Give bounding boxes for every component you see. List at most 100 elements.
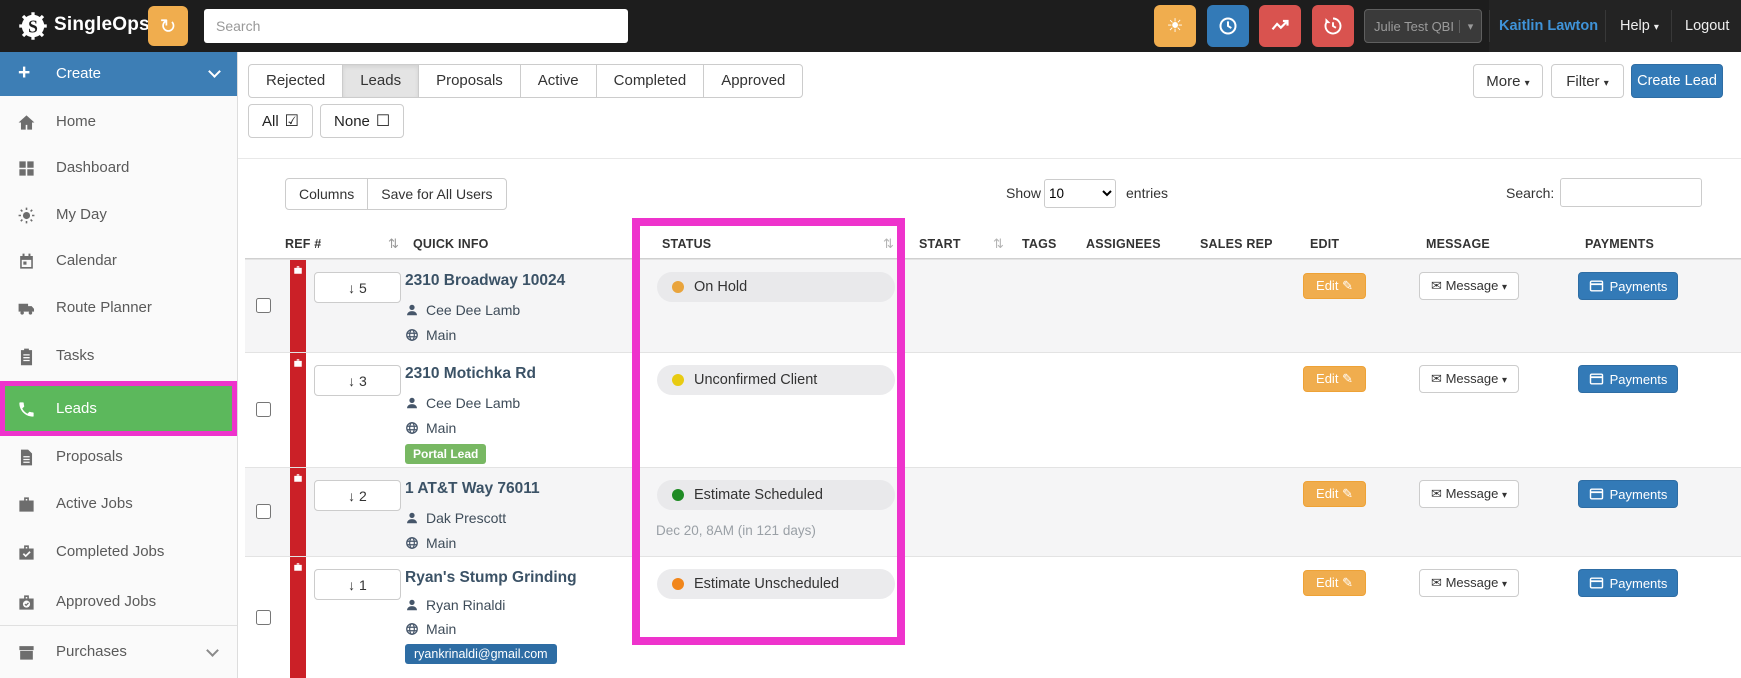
lead-title-link[interactable]: 2310 Broadway 10024 xyxy=(405,272,565,290)
table-row: ↓ 2 1 AT&T Way 76011 Dak Prescott Main E… xyxy=(245,467,1741,556)
payments-button[interactable]: Payments xyxy=(1578,480,1678,508)
tab-completed[interactable]: Completed xyxy=(595,64,705,98)
sidebar-item-approved-jobs[interactable]: Approved Jobs xyxy=(0,579,237,625)
ref-number-button[interactable]: ↓ 2 xyxy=(314,480,401,511)
select-none-button[interactable]: None ☐ xyxy=(320,104,405,138)
sidebar-item-my-day[interactable]: My Day xyxy=(0,192,237,238)
sort-icon[interactable]: ⇅ xyxy=(388,236,399,252)
account-selector[interactable]: Julie Test QBI ▾ xyxy=(1364,9,1482,43)
ref-number-button[interactable]: ↓ 5 xyxy=(314,272,401,303)
globe-icon xyxy=(406,537,418,549)
pencil-icon: ✎ xyxy=(1342,371,1353,386)
ref-number-button[interactable]: ↓ 3 xyxy=(314,365,401,396)
status-pill[interactable]: On Hold xyxy=(657,272,895,302)
check-square-icon: ☑ xyxy=(284,113,300,130)
status-dot xyxy=(672,374,684,386)
columns-button[interactable]: Columns xyxy=(285,178,369,210)
status-pill[interactable]: Estimate Unscheduled xyxy=(657,569,895,599)
row-checkbox[interactable] xyxy=(256,504,271,519)
sidebar-item-leads[interactable]: Leads xyxy=(0,386,232,431)
briefcase-check-icon xyxy=(19,545,34,560)
select-all-button[interactable]: All ☑ xyxy=(248,104,314,138)
header-start[interactable]: START xyxy=(919,237,961,251)
create-menu[interactable]: + Create xyxy=(0,52,237,96)
chevron-down-icon xyxy=(206,644,219,657)
header-status[interactable]: STATUS xyxy=(662,237,711,251)
header-ref[interactable]: REF # xyxy=(285,237,321,251)
page-size-select[interactable]: 10 xyxy=(1044,179,1116,208)
location-line: Main xyxy=(405,420,456,436)
header-edit: EDIT xyxy=(1310,237,1340,251)
message-button[interactable]: ✉ Message ▾ xyxy=(1419,272,1519,300)
logout-link[interactable]: Logout xyxy=(1685,0,1729,52)
pencil-icon: ✎ xyxy=(1342,278,1353,293)
briefcase-icon xyxy=(294,359,302,367)
global-search-input[interactable] xyxy=(204,9,628,43)
sidebar-item-completed-jobs[interactable]: Completed Jobs xyxy=(0,529,237,575)
lead-title-link[interactable]: Ryan's Stump Grinding xyxy=(405,569,577,587)
save-for-all-users-button[interactable]: Save for All Users xyxy=(367,178,507,210)
message-button[interactable]: ✉ Message ▾ xyxy=(1419,365,1519,393)
sun-icon xyxy=(18,207,35,224)
tab-active[interactable]: Active xyxy=(519,64,597,98)
more-menu-button[interactable]: More ▾ xyxy=(1473,64,1543,98)
sidebar-item-calendar[interactable]: Calendar xyxy=(0,238,237,284)
globe-icon xyxy=(406,623,418,635)
sidebar-item-route-planner[interactable]: Route Planner xyxy=(0,285,237,331)
sidebar-item-active-jobs[interactable]: Active Jobs xyxy=(0,481,237,527)
create-lead-button[interactable]: Create Lead xyxy=(1631,64,1723,98)
filter-menu-button[interactable]: Filter ▾ xyxy=(1551,64,1624,98)
edit-button[interactable]: Edit ✎ xyxy=(1303,273,1366,299)
status-pill[interactable]: Unconfirmed Client xyxy=(657,365,895,395)
sort-icon[interactable]: ⇅ xyxy=(993,236,1004,252)
payments-button[interactable]: Payments xyxy=(1578,569,1678,597)
contact-line: Dak Prescott xyxy=(405,510,506,526)
history-button[interactable] xyxy=(1312,5,1354,47)
header-quick-info: QUICK INFO xyxy=(413,237,489,251)
message-button[interactable]: ✉ Message ▾ xyxy=(1419,480,1519,508)
sidebar-item-home[interactable]: Home xyxy=(0,99,237,145)
ref-number-button[interactable]: ↓ 1 xyxy=(314,569,401,600)
sidebar-item-tasks[interactable]: Tasks xyxy=(0,333,237,379)
table-row: ↓ 1 Ryan's Stump Grinding Ryan Rinaldi M… xyxy=(245,556,1741,678)
status-pill[interactable]: Estimate Scheduled xyxy=(657,480,895,510)
top-navbar: S SingleOps ↻ ☀ Julie Test QBI ▾ Kaitlin… xyxy=(0,0,1741,52)
payments-button[interactable]: Payments xyxy=(1578,365,1678,393)
briefcase-icon xyxy=(294,474,302,482)
edit-button[interactable]: Edit ✎ xyxy=(1303,366,1366,392)
row-checkbox[interactable] xyxy=(256,298,271,313)
help-menu[interactable]: Help ▾ xyxy=(1620,0,1659,52)
reports-button[interactable] xyxy=(1259,5,1301,47)
tab-approved[interactable]: Approved xyxy=(703,64,804,98)
person-icon xyxy=(407,512,417,524)
table-search-label: Search: xyxy=(1506,185,1555,201)
sidebar-item-purchases[interactable]: Purchases xyxy=(0,629,237,675)
sidebar-item-proposals[interactable]: Proposals xyxy=(0,434,237,480)
briefcase-badge-icon xyxy=(19,595,34,610)
table-search-input[interactable] xyxy=(1560,178,1702,207)
payments-button[interactable]: Payments xyxy=(1578,272,1678,300)
tab-rejected[interactable]: Rejected xyxy=(248,64,344,98)
tab-leads[interactable]: Leads xyxy=(342,64,420,98)
day-view-button[interactable]: ☀ xyxy=(1154,5,1196,47)
credit-card-icon xyxy=(1589,488,1603,500)
message-button[interactable]: ✉ Message ▾ xyxy=(1419,569,1519,597)
sidebar-item-dashboard[interactable]: Dashboard xyxy=(0,145,237,191)
tab-proposals[interactable]: Proposals xyxy=(418,64,521,98)
lead-title-link[interactable]: 1 AT&T Way 76011 xyxy=(405,480,540,498)
email-badge: ryankrinaldi@gmail.com xyxy=(405,644,557,664)
row-checkbox[interactable] xyxy=(256,609,271,625)
globe-icon xyxy=(406,422,418,434)
row-checkbox[interactable] xyxy=(256,402,271,417)
time-clock-button[interactable] xyxy=(1207,5,1249,47)
refresh-button[interactable]: ↻ xyxy=(148,6,188,46)
sidebar-divider xyxy=(0,625,237,626)
location-line: Main xyxy=(405,621,456,637)
calendar-icon xyxy=(20,253,33,269)
chevron-down-icon xyxy=(208,65,221,78)
lead-title-link[interactable]: 2310 Motichka Rd xyxy=(405,365,536,383)
current-user-link[interactable]: Kaitlin Lawton xyxy=(1499,0,1598,52)
sort-icon[interactable]: ⇅ xyxy=(883,236,894,252)
edit-button[interactable]: Edit ✎ xyxy=(1303,481,1366,507)
edit-button[interactable]: Edit ✎ xyxy=(1303,570,1366,596)
